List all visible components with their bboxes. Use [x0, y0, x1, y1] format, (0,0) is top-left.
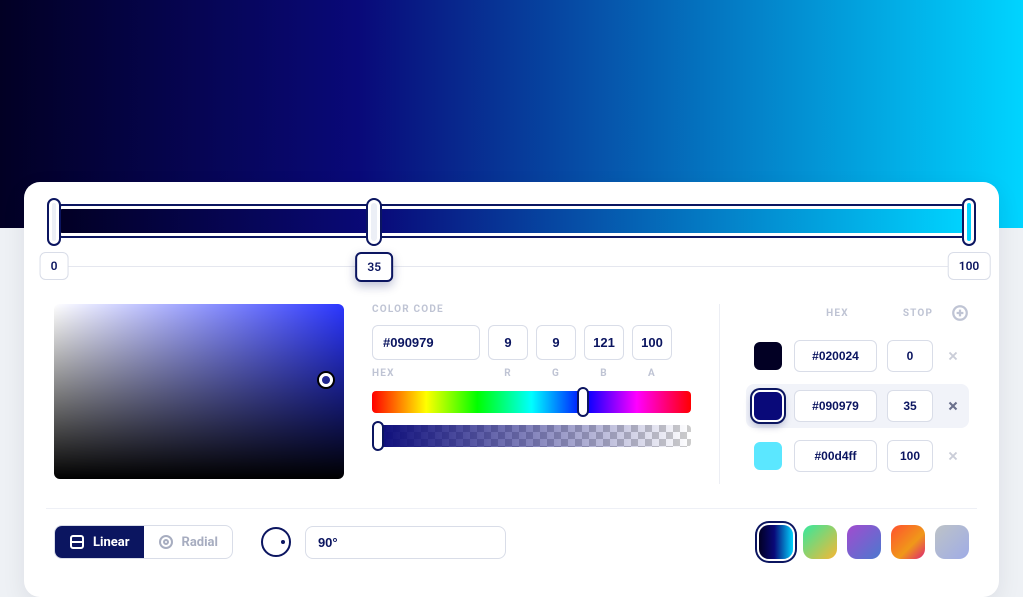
- radial-type-button[interactable]: Radial: [144, 526, 232, 558]
- stop-row-0[interactable]: [746, 334, 969, 378]
- stop-pos-0[interactable]: [887, 340, 933, 372]
- hex-label: HEX: [372, 368, 480, 379]
- scale-max[interactable]: 100: [948, 252, 991, 280]
- hue-handle[interactable]: [577, 387, 589, 417]
- b-input[interactable]: [584, 325, 624, 360]
- color-code-section: COLOR CODE HEX R G B A: [372, 304, 691, 447]
- stop-hex-0[interactable]: [794, 340, 877, 372]
- editor-panel: 0 35 100 COLOR CODE HEX R G B A: [24, 182, 999, 597]
- scale-selected[interactable]: 35: [355, 252, 393, 282]
- preset-swatches: [759, 525, 969, 559]
- preset-3[interactable]: [891, 525, 925, 559]
- gradient-scale: 0 35 100: [54, 252, 969, 282]
- stop-pos-2[interactable]: [887, 440, 933, 472]
- stop-hex-2[interactable]: [794, 440, 877, 472]
- hue-slider[interactable]: [372, 391, 691, 413]
- a-input[interactable]: [632, 325, 672, 360]
- angle-knob[interactable]: [261, 527, 291, 557]
- add-stop-button[interactable]: [951, 304, 969, 322]
- stops-stop-header: STOP: [895, 308, 941, 319]
- gradient-stop-handle-0[interactable]: [47, 198, 61, 246]
- stop-swatch-0[interactable]: [752, 340, 784, 372]
- saturation-value-picker[interactable]: [54, 304, 344, 479]
- stops-hex-header: HEX: [790, 308, 885, 319]
- g-input[interactable]: [536, 325, 576, 360]
- stop-swatch-1[interactable]: [752, 390, 784, 422]
- g-label: G: [536, 368, 576, 379]
- stop-row-1[interactable]: [746, 384, 969, 428]
- radial-label: Radial: [182, 535, 218, 550]
- stop-pos-1[interactable]: [887, 390, 933, 422]
- preset-2[interactable]: [847, 525, 881, 559]
- a-label: A: [632, 368, 672, 379]
- delete-stop-2[interactable]: [943, 446, 963, 466]
- r-input[interactable]: [488, 325, 528, 360]
- sv-cursor[interactable]: [319, 373, 333, 387]
- hex-input[interactable]: [372, 325, 480, 360]
- angle-input[interactable]: [305, 526, 506, 559]
- preset-current[interactable]: [759, 525, 793, 559]
- stop-hex-1[interactable]: [794, 390, 877, 422]
- stops-list: HEX STOP: [719, 304, 969, 484]
- gradient-bar[interactable]: [54, 204, 969, 238]
- stop-swatch-2[interactable]: [752, 440, 784, 472]
- gradient-type-toggle: Linear Radial: [54, 525, 233, 559]
- preset-1[interactable]: [803, 525, 837, 559]
- linear-label: Linear: [93, 535, 130, 550]
- radial-icon: [158, 534, 174, 550]
- footer-bar: Linear Radial: [46, 508, 977, 563]
- b-label: B: [584, 368, 624, 379]
- stop-row-2[interactable]: [746, 434, 969, 478]
- alpha-slider[interactable]: [372, 425, 691, 447]
- linear-type-button[interactable]: Linear: [55, 526, 144, 558]
- delete-stop-1[interactable]: [943, 396, 963, 416]
- alpha-handle[interactable]: [372, 421, 384, 451]
- scale-min[interactable]: 0: [40, 252, 69, 280]
- color-code-title: COLOR CODE: [372, 304, 691, 315]
- gradient-stop-handle-2[interactable]: [962, 198, 976, 246]
- linear-icon: [69, 534, 85, 550]
- delete-stop-0[interactable]: [943, 346, 963, 366]
- gradient-stop-handle-1[interactable]: [366, 198, 382, 246]
- r-label: R: [488, 368, 528, 379]
- preset-4[interactable]: [935, 525, 969, 559]
